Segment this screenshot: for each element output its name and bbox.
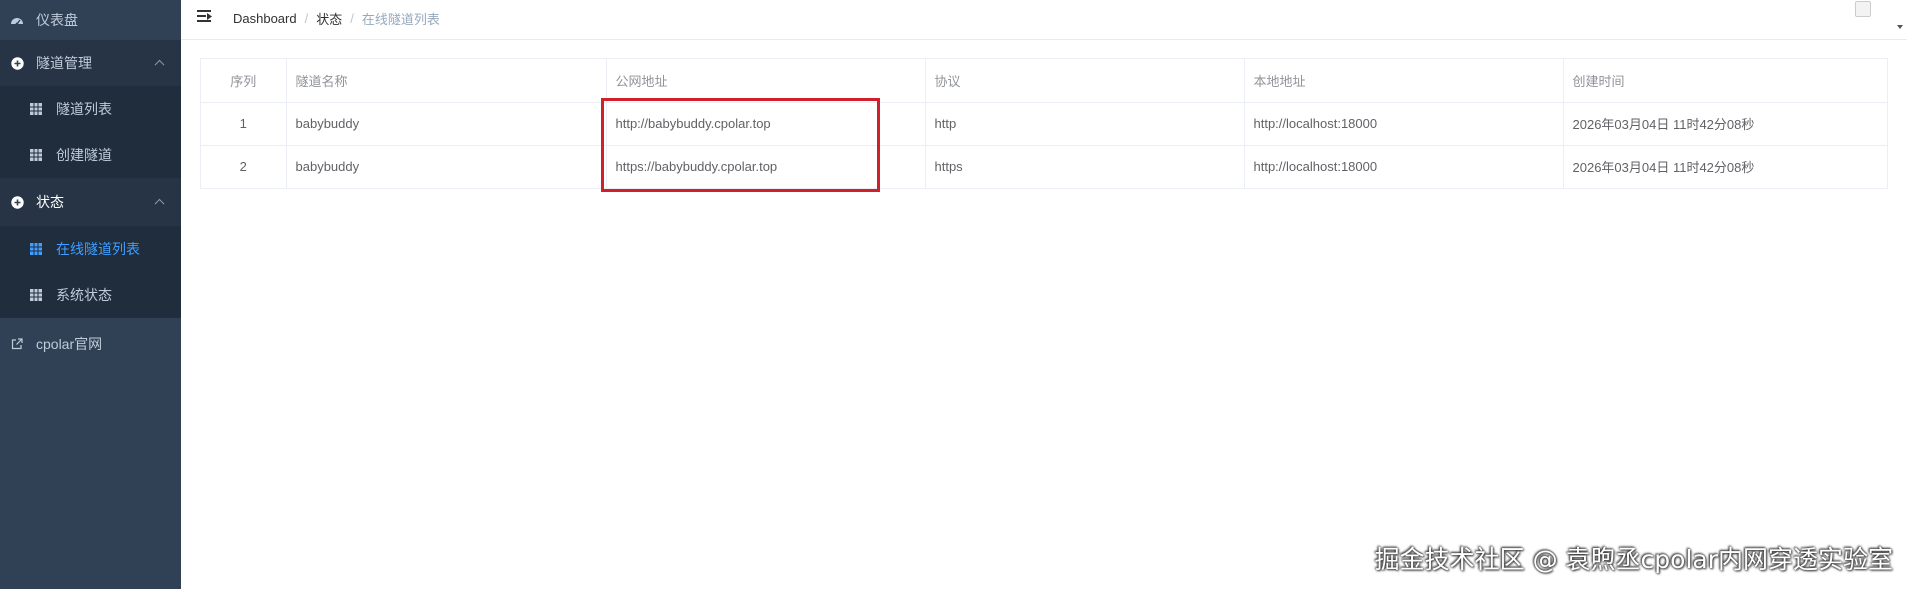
tunnel-management-group: 隧道管理 隧道列表 创建隧道 (0, 40, 181, 178)
plus-circle-icon (10, 56, 24, 70)
cell-index: 2 (201, 145, 287, 188)
table-header-row: 序列 隧道名称 公网地址 协议 本地地址 创建时间 (201, 59, 1887, 103)
column-header-name: 隧道名称 (286, 59, 607, 103)
grid-table-icon (29, 288, 43, 302)
sidebar-item-dashboard[interactable]: 仪表盘 (0, 0, 181, 40)
cell-local-addr: http://localhost:18000 (1244, 145, 1564, 188)
sidebar-item-create-tunnel[interactable]: 创建隧道 (0, 132, 181, 178)
sidebar: 仪表盘 隧道管理 隧道列表 创建隧道 状态 在线隧道列表 系统状态 cpolar… (0, 0, 181, 589)
cell-index: 1 (201, 102, 287, 146)
sidebar-item-system-status[interactable]: 系统状态 (0, 272, 181, 318)
sidebar-group-status[interactable]: 状态 (0, 178, 181, 226)
avatar[interactable] (1855, 1, 1871, 17)
sidebar-item-label: 系统状态 (56, 287, 112, 303)
sidebar-item-label: 隧道列表 (56, 101, 112, 117)
sidebar-group-label: 状态 (36, 194, 64, 210)
sidebar-item-label: 在线隧道列表 (56, 241, 140, 257)
column-header-created: 创建时间 (1563, 59, 1887, 103)
chevron-up-icon (154, 198, 165, 209)
cell-created: 2026年03月04日 11时42分08秒 (1572, 160, 1755, 176)
grid-table-icon (29, 242, 43, 256)
sidebar-item-online-tunnels[interactable]: 在线隧道列表 (0, 226, 181, 272)
grid-table-icon (29, 102, 43, 116)
breadcrumb: Dashboard / 状态 / 在线隧道列表 (233, 9, 440, 28)
cell-created: 2026年03月04日 11时42分08秒 (1563, 102, 1887, 146)
status-group: 状态 在线隧道列表 系统状态 (0, 178, 181, 318)
grid-table-icon (29, 148, 43, 162)
breadcrumb-status[interactable]: 状态 (316, 9, 342, 28)
sidebar-group-label: 隧道管理 (36, 55, 92, 71)
navbar: Dashboard / 状态 / 在线隧道列表 (181, 0, 1907, 40)
caret-down-icon[interactable] (1897, 25, 1903, 29)
table-row: 1 babybuddy http://babybuddy.cpolar.top … (201, 102, 1887, 146)
dashboard-icon (10, 13, 24, 27)
column-header-index: 序列 (201, 59, 287, 103)
cell-public-url[interactable]: http://babybuddy.cpolar.top (606, 102, 926, 146)
cell-protocol: https (925, 145, 1245, 188)
sidebar-item-label: 创建隧道 (56, 147, 112, 163)
sidebar-item-tunnel-list[interactable]: 隧道列表 (0, 86, 181, 132)
hamburger-icon[interactable] (197, 10, 213, 24)
breadcrumb-separator: / (304, 11, 309, 26)
breadcrumb-dashboard[interactable]: Dashboard (233, 11, 297, 26)
cell-public-url[interactable]: https://babybuddy.cpolar.top (606, 145, 926, 188)
chevron-up-icon (154, 59, 165, 70)
cell-protocol: http (925, 102, 1245, 146)
online-tunnels-table: 序列 隧道名称 公网地址 协议 本地地址 创建时间 1 babybuddy ht… (200, 58, 1888, 189)
sidebar-group-tunnel-management[interactable]: 隧道管理 (0, 40, 181, 86)
column-header-public-url: 公网地址 (606, 59, 926, 103)
sidebar-item-cpolar-website[interactable]: cpolar官网 (0, 318, 181, 370)
sidebar-item-label: 仪表盘 (36, 12, 78, 28)
plus-circle-icon (10, 195, 24, 209)
column-header-local-addr: 本地地址 (1244, 59, 1564, 103)
column-header-protocol: 协议 (925, 59, 1245, 103)
sidebar-item-label: cpolar官网 (36, 336, 103, 352)
cell-name: babybuddy (286, 145, 607, 188)
cell-name: babybuddy (286, 102, 607, 146)
breadcrumb-current: 在线隧道列表 (361, 12, 440, 27)
cell-local-addr: http://localhost:18000 (1244, 102, 1564, 146)
external-link-icon (10, 337, 24, 351)
watermark: 掘金技术社区 @ 袁煦丞cpolar内网穿透实验室 (1374, 545, 1893, 574)
table-row: 2 babybuddy https://babybuddy.cpolar.top… (201, 145, 1887, 188)
breadcrumb-separator: / (350, 11, 354, 26)
